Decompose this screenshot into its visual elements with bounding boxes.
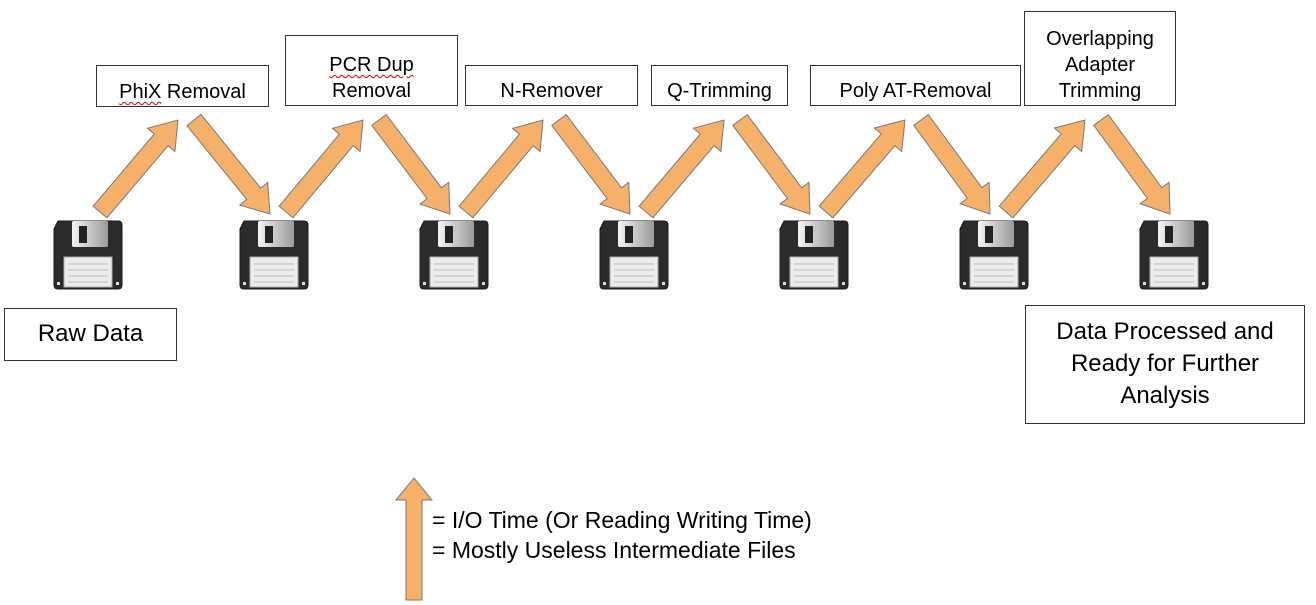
end-box-data-processed: Data Processed and Ready for Further Ana…	[1025, 305, 1305, 424]
io-write-arrow-3	[551, 113, 631, 215]
spellcheck-underline: PhiX	[119, 81, 162, 103]
io-read-arrow-5	[818, 119, 906, 219]
io-read-arrow-2	[278, 119, 364, 219]
io-read-arrow-3	[458, 119, 544, 219]
step-label: PCR Dup Removal	[329, 54, 414, 102]
step-box-phix-removal: PhiX Removal	[96, 65, 269, 107]
step-label: Overlapping Adapter Trimming	[1046, 28, 1154, 102]
legend-file-text: = Mostly Useless Intermediate Files	[432, 537, 796, 563]
io-write-arrow-6	[1092, 114, 1171, 215]
floppy-disk-icon	[959, 220, 1029, 290]
step-label: PhiX Removal	[119, 81, 246, 103]
start-label: Raw Data	[37, 320, 144, 347]
io-read-arrow-6	[998, 119, 1086, 219]
legend-arrow-text: = I/O Time (Or Reading Writing Time)	[432, 507, 812, 533]
io-write-arrow-2	[371, 113, 451, 215]
step-box-pcr-dup-removal: PCR Dup Removal	[285, 35, 458, 106]
spellcheck-underline: PCR Dup	[329, 54, 414, 76]
io-write-arrow-4	[732, 113, 811, 215]
io-read-arrow-1	[92, 119, 179, 219]
floppy-disk-icon	[239, 220, 309, 290]
io-write-arrow-5	[912, 114, 991, 215]
io-write-arrow-1	[186, 113, 271, 215]
step-box-overlapping-adapter-trimming: Overlapping Adapter Trimming	[1024, 11, 1176, 106]
floppy-disk-icon	[53, 220, 123, 290]
step-label: Poly AT-Removal	[839, 80, 992, 102]
step-box-q-trimming: Q-Trimming	[651, 65, 788, 106]
legend-arrow-icon	[395, 477, 434, 601]
step-box-poly-at-removal: Poly AT-Removal	[810, 65, 1021, 106]
pipeline-diagram: PhiX Removal PCR Dup Removal N-Remover Q…	[0, 0, 1316, 605]
floppy-disk-icon	[1139, 220, 1209, 290]
io-read-arrow-4	[638, 119, 725, 219]
floppy-disk-icon	[599, 220, 669, 290]
floppy-disk-icon	[419, 220, 489, 290]
step-label: Q-Trimming	[667, 80, 772, 102]
end-label: Data Processed and Ready for Further Ana…	[1056, 318, 1274, 409]
step-box-n-remover: N-Remover	[465, 65, 638, 106]
step-label: N-Remover	[500, 80, 603, 102]
start-box-raw-data: Raw Data	[4, 308, 177, 361]
floppy-disk-icon	[779, 220, 849, 290]
